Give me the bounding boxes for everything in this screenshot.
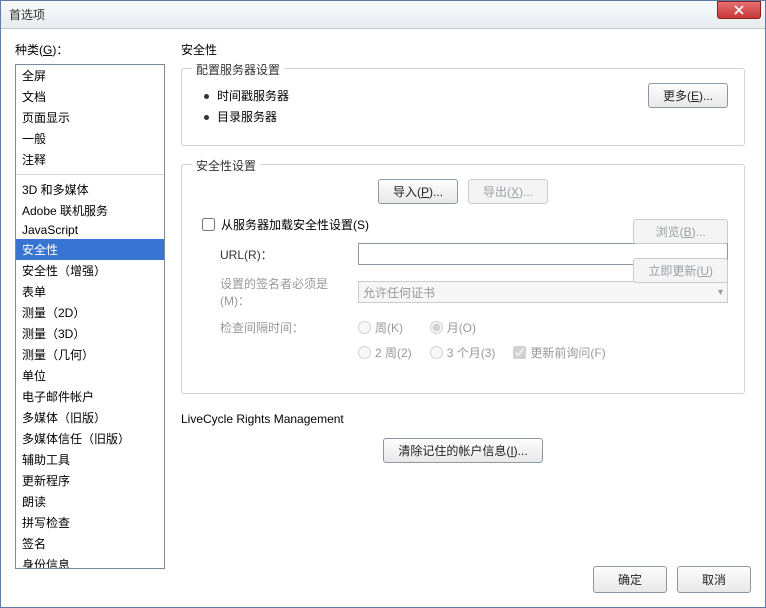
security-settings-legend: 安全性设置 xyxy=(192,157,260,174)
interval-options: 周(K) 月(O) 2 周(2) 3 个月(3) 更新前询问(F) xyxy=(358,319,606,361)
category-item[interactable]: 文档 xyxy=(16,86,164,107)
category-item[interactable]: 更新程序 xyxy=(16,470,164,491)
ok-button[interactable]: 确定 xyxy=(593,566,667,593)
category-item[interactable]: Adobe 联机服务 xyxy=(16,200,164,221)
signer-label: 设置的签名者必须是(M)： xyxy=(220,275,350,309)
category-item[interactable]: 安全性（增强） xyxy=(16,260,164,281)
category-list[interactable]: 全屏文档页面显示一般注释3D 和多媒体Adobe 联机服务JavaScript安… xyxy=(15,64,165,569)
preferences-window: 首选项 种类(G)： 全屏文档页面显示一般注释 3D 和多媒体Adobe 联机服务… xyxy=(0,0,766,608)
server-config-group: 配置服务器设置 时间戳服务器 目录服务器 更多(E)... xyxy=(181,68,745,146)
category-column: 种类(G)： 全屏文档页面显示一般注释 3D 和多媒体Adobe 联机服务Java… xyxy=(15,41,165,552)
category-item[interactable]: 测量（3D） xyxy=(16,323,164,344)
category-item[interactable]: 电子邮件帐户 xyxy=(16,386,164,407)
update-now-button: 立即更新(U) xyxy=(633,258,728,283)
security-settings-group: 安全性设置 导入(P)... 导出(X)... 从服务器加载安全性设置(S) xyxy=(181,164,745,394)
panel-title: 安全性 xyxy=(181,41,745,58)
more-button[interactable]: 更多(E)... xyxy=(648,83,728,108)
category-item[interactable]: 单位 xyxy=(16,365,164,386)
radio-two-week: 2 周(2) xyxy=(358,344,412,361)
close-icon xyxy=(734,5,744,15)
category-item[interactable]: 测量（几何） xyxy=(16,344,164,365)
settings-panel: 安全性 配置服务器设置 时间戳服务器 目录服务器 更多(E)... 安 xyxy=(175,41,751,552)
server-item-timestamp: 时间戳服务器 xyxy=(204,87,648,104)
category-item[interactable]: JavaScript xyxy=(16,221,164,239)
import-button[interactable]: 导入(P)... xyxy=(378,179,458,204)
server-list: 时间戳服务器 目录服务器 xyxy=(198,83,648,129)
category-item[interactable]: 注释 xyxy=(16,149,164,170)
radio-month: 月(O) xyxy=(430,319,496,336)
category-label: 种类(G)： xyxy=(15,41,165,58)
ask-before-update: 更新前询问(F) xyxy=(513,344,605,361)
server-config-legend: 配置服务器设置 xyxy=(192,61,284,78)
side-buttons: 浏览(B)... 立即更新(U) xyxy=(633,219,728,283)
livecycle-row: 清除记住的帐户信息(I)... xyxy=(181,438,745,463)
interval-row: 检查间隔时间： 周(K) 月(O) 2 周(2) 3 个月(3) 更新前询问(F… xyxy=(220,319,728,361)
clear-account-button[interactable]: 清除记住的帐户信息(I)... xyxy=(383,438,542,463)
category-separator xyxy=(16,174,164,175)
category-item[interactable]: 表单 xyxy=(16,281,164,302)
livecycle-title: LiveCycle Rights Management xyxy=(181,412,745,426)
category-item[interactable]: 签名 xyxy=(16,533,164,554)
cancel-button[interactable]: 取消 xyxy=(677,566,751,593)
category-item[interactable]: 安全性 xyxy=(16,239,164,260)
interval-label: 检查间隔时间： xyxy=(220,319,350,336)
url-label: URL(R)： xyxy=(220,246,350,263)
radio-week: 周(K) xyxy=(358,319,412,336)
browse-button: 浏览(B)... xyxy=(633,219,728,244)
chevron-down-icon: ▾ xyxy=(718,287,723,298)
main-area: 种类(G)： 全屏文档页面显示一般注释 3D 和多媒体Adobe 联机服务Java… xyxy=(15,41,751,552)
category-item[interactable]: 测量（2D） xyxy=(16,302,164,323)
close-button[interactable] xyxy=(717,1,761,19)
load-from-server-checkbox[interactable] xyxy=(202,218,215,231)
import-export-row: 导入(P)... 导出(X)... xyxy=(198,179,728,204)
category-item[interactable]: 3D 和多媒体 xyxy=(16,179,164,200)
window-title: 首选项 xyxy=(9,6,717,23)
category-item[interactable]: 多媒体（旧版） xyxy=(16,407,164,428)
export-button: 导出(X)... xyxy=(468,179,548,204)
radio-three-month: 3 个月(3) xyxy=(430,344,496,361)
category-item[interactable]: 拼写检查 xyxy=(16,512,164,533)
category-item[interactable]: 全屏 xyxy=(16,65,164,86)
category-item[interactable]: 页面显示 xyxy=(16,107,164,128)
server-item-directory: 目录服务器 xyxy=(204,108,648,125)
titlebar: 首选项 xyxy=(1,1,765,29)
dialog-body: 种类(G)： 全屏文档页面显示一般注释 3D 和多媒体Adobe 联机服务Java… xyxy=(1,29,765,607)
load-from-server-label: 从服务器加载安全性设置(S) xyxy=(221,216,369,233)
dialog-footer: 确定 取消 xyxy=(15,552,751,593)
signer-select: 允许任何证书 ▾ xyxy=(358,281,728,303)
category-item[interactable]: 朗读 xyxy=(16,491,164,512)
category-item[interactable]: 多媒体信任（旧版） xyxy=(16,428,164,449)
category-item[interactable]: 一般 xyxy=(16,128,164,149)
category-item[interactable]: 辅助工具 xyxy=(16,449,164,470)
